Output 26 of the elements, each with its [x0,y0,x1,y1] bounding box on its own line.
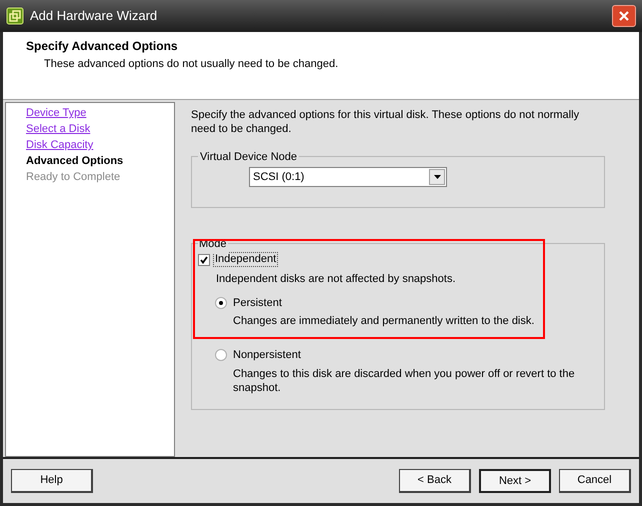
help-button[interactable]: Help [11,469,93,493]
close-icon [618,10,630,22]
step-link[interactable]: Select a Disk [26,122,174,136]
next-button[interactable]: Next > [479,469,551,493]
device-node-dropdown[interactable]: SCSI (0:1) [249,167,447,187]
step-link[interactable]: Device Type [26,106,174,120]
checkbox-label[interactable]: Independent [213,252,278,267]
dropdown-arrow-icon [434,175,440,179]
radio-button[interactable] [215,349,227,362]
option-description: Changes to this disk are discarded when you power off or revert to the snapshot. [232,366,576,394]
checkbox[interactable] [198,254,210,266]
check-icon [200,256,208,264]
option-description: Changes are immediately and permanently written to the disk. [232,314,536,328]
radio-label[interactable]: Nonpersistent [233,347,301,364]
app-icon [6,7,24,25]
independent-description: Independent disks are not affected by snapshots. [215,272,457,287]
page-heading: Specify Advanced Options [26,38,179,55]
radio-button[interactable] [215,296,227,309]
cancel-button[interactable]: Cancel [559,469,631,493]
page-subtitle: These advanced options do not usually need to be changed. [43,57,340,72]
window-title: Add Hardware Wizard [30,7,158,26]
radio-label[interactable]: Persistent [233,294,282,311]
step-link[interactable]: Disk Capacity [26,138,174,152]
intro-text: Specify the advanced options for this virtual disk. These options do not normally need to be changed. [191,108,580,136]
close-button[interactable] [612,5,636,27]
back-button[interactable]: < Back [399,469,471,493]
